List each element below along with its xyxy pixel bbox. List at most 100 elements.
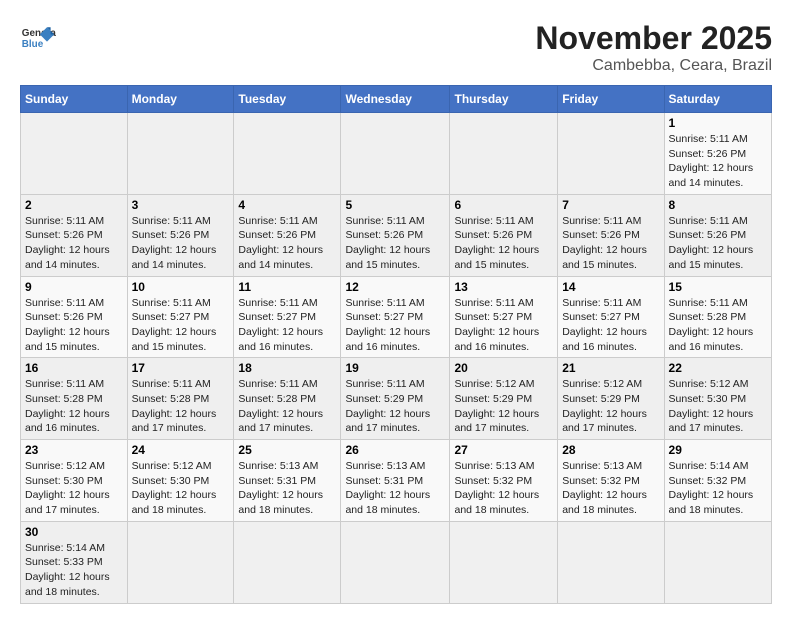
day-cell [558, 521, 664, 603]
day-cell [664, 521, 771, 603]
day-cell: 24 Sunrise: 5:12 AM Sunset: 5:30 PM Dayli… [127, 440, 234, 522]
day-cell: 4Sunrise: 5:11 AM Sunset: 5:26 PM Daylig… [234, 194, 341, 276]
day-cell [127, 113, 234, 195]
day-number: 18 [238, 361, 336, 375]
day-cell [450, 113, 558, 195]
day-cell [234, 521, 341, 603]
day-info: Sunrise: 5:11 AM Sunset: 5:28 PM Dayligh… [238, 377, 336, 436]
day-cell: 7 Sunrise: 5:11 AM Sunset: 5:26 PM Daylig… [558, 194, 664, 276]
day-number: 9 [25, 280, 123, 294]
day-cell [234, 113, 341, 195]
day-cell: 1 Sunrise: 5:11 AM Sunset: 5:26 PM Daylig… [664, 113, 771, 195]
day-number: 30 [25, 525, 123, 539]
day-cell: 29Sunrise: 5:14 AM Sunset: 5:32 PM Dayli… [664, 440, 771, 522]
day-info: Sunrise: 5:11 AM Sunset: 5:26 PM Dayligh… [25, 296, 123, 355]
day-info: Sunrise: 5:13 AM Sunset: 5:32 PM Dayligh… [562, 459, 659, 518]
day-number: 15 [669, 280, 767, 294]
day-info: Sunrise: 5:11 AM Sunset: 5:26 PM Dayligh… [454, 214, 553, 273]
day-cell: 14 Sunrise: 5:11 AM Sunset: 5:27 PM Dayli… [558, 276, 664, 358]
day-cell: 6 Sunrise: 5:11 AM Sunset: 5:26 PM Daylig… [450, 194, 558, 276]
logo: General Blue [20, 20, 56, 56]
day-cell: 5 Sunrise: 5:11 AM Sunset: 5:26 PM Daylig… [341, 194, 450, 276]
day-cell: 28 Sunrise: 5:13 AM Sunset: 5:32 PM Dayli… [558, 440, 664, 522]
day-cell: 2 Sunrise: 5:11 AM Sunset: 5:26 PM Daylig… [21, 194, 128, 276]
day-number: 6 [454, 198, 553, 212]
day-info: Sunrise: 5:11 AM Sunset: 5:26 PM Dayligh… [25, 214, 123, 273]
day-cell: 11Sunrise: 5:11 AM Sunset: 5:27 PM Dayli… [234, 276, 341, 358]
day-cell [341, 521, 450, 603]
day-number: 28 [562, 443, 659, 457]
day-cell: 21 Sunrise: 5:12 AM Sunset: 5:29 PM Dayli… [558, 358, 664, 440]
day-number: 14 [562, 280, 659, 294]
day-info: Sunrise: 5:12 AM Sunset: 5:29 PM Dayligh… [454, 377, 553, 436]
week-row-3: 9 Sunrise: 5:11 AM Sunset: 5:26 PM Daylig… [21, 276, 772, 358]
day-number: 8 [669, 198, 767, 212]
day-cell: 3Sunrise: 5:11 AM Sunset: 5:26 PM Daylig… [127, 194, 234, 276]
day-cell: 12 Sunrise: 5:11 AM Sunset: 5:27 PM Dayli… [341, 276, 450, 358]
day-cell [341, 113, 450, 195]
day-cell [21, 113, 128, 195]
day-cell: 8 Sunrise: 5:11 AM Sunset: 5:26 PM Daylig… [664, 194, 771, 276]
day-number: 17 [132, 361, 230, 375]
weekday-header-wednesday: Wednesday [341, 86, 450, 113]
weekday-header-sunday: Sunday [21, 86, 128, 113]
day-info: Sunrise: 5:11 AM Sunset: 5:26 PM Dayligh… [669, 132, 767, 191]
day-cell: 10Sunrise: 5:11 AM Sunset: 5:27 PM Dayli… [127, 276, 234, 358]
location-title: Cambebba, Ceara, Brazil [535, 57, 772, 75]
day-info: Sunrise: 5:13 AM Sunset: 5:31 PM Dayligh… [238, 459, 336, 518]
day-number: 21 [562, 361, 659, 375]
day-number: 13 [454, 280, 553, 294]
day-cell: 22 Sunrise: 5:12 AM Sunset: 5:30 PM Dayli… [664, 358, 771, 440]
day-info: Sunrise: 5:11 AM Sunset: 5:26 PM Dayligh… [345, 214, 445, 273]
week-row-1: 1 Sunrise: 5:11 AM Sunset: 5:26 PM Daylig… [21, 113, 772, 195]
day-number: 22 [669, 361, 767, 375]
day-info: Sunrise: 5:11 AM Sunset: 5:27 PM Dayligh… [454, 296, 553, 355]
day-number: 16 [25, 361, 123, 375]
day-cell [558, 113, 664, 195]
day-number: 5 [345, 198, 445, 212]
weekday-header-saturday: Saturday [664, 86, 771, 113]
day-number: 20 [454, 361, 553, 375]
day-number: 23 [25, 443, 123, 457]
title-area: November 2025 Cambebba, Ceara, Brazil [535, 20, 772, 75]
week-row-6: 30 Sunrise: 5:14 AM Sunset: 5:33 PM Dayli… [21, 521, 772, 603]
day-info: Sunrise: 5:11 AM Sunset: 5:26 PM Dayligh… [669, 214, 767, 273]
day-number: 27 [454, 443, 553, 457]
weekday-header-tuesday: Tuesday [234, 86, 341, 113]
day-info: Sunrise: 5:11 AM Sunset: 5:28 PM Dayligh… [132, 377, 230, 436]
header: General Blue November 2025 Cambebba, Cea… [20, 20, 772, 75]
day-cell: 18 Sunrise: 5:11 AM Sunset: 5:28 PM Dayli… [234, 358, 341, 440]
day-number: 12 [345, 280, 445, 294]
day-cell [450, 521, 558, 603]
day-cell: 16Sunrise: 5:11 AM Sunset: 5:28 PM Dayli… [21, 358, 128, 440]
day-info: Sunrise: 5:12 AM Sunset: 5:30 PM Dayligh… [669, 377, 767, 436]
day-cell: 15 Sunrise: 5:11 AM Sunset: 5:28 PM Dayli… [664, 276, 771, 358]
day-info: Sunrise: 5:11 AM Sunset: 5:26 PM Dayligh… [562, 214, 659, 273]
day-info: Sunrise: 5:11 AM Sunset: 5:27 PM Dayligh… [132, 296, 230, 355]
weekday-header-row: SundayMondayTuesdayWednesdayThursdayFrid… [21, 86, 772, 113]
day-info: Sunrise: 5:11 AM Sunset: 5:28 PM Dayligh… [669, 296, 767, 355]
day-number: 24 [132, 443, 230, 457]
calendar-table: SundayMondayTuesdayWednesdayThursdayFrid… [20, 85, 772, 604]
day-number: 26 [345, 443, 445, 457]
day-cell: 19 Sunrise: 5:11 AM Sunset: 5:29 PM Dayli… [341, 358, 450, 440]
week-row-4: 16 Sunrise: 5:11 AM Sunset: 5:28 PM Dayli… [21, 358, 772, 440]
day-info: Sunrise: 5:14 AM Sunset: 5:33 PM Dayligh… [25, 541, 123, 600]
day-cell: 20 Sunrise: 5:12 AM Sunset: 5:29 PM Dayli… [450, 358, 558, 440]
day-cell: 30 Sunrise: 5:14 AM Sunset: 5:33 PM Dayli… [21, 521, 128, 603]
day-cell: 9 Sunrise: 5:11 AM Sunset: 5:26 PM Daylig… [21, 276, 128, 358]
day-number: 2 [25, 198, 123, 212]
day-info: Sunrise: 5:11 AM Sunset: 5:27 PM Dayligh… [562, 296, 659, 355]
day-number: 25 [238, 443, 336, 457]
day-info: Sunrise: 5:11 AM Sunset: 5:29 PM Dayligh… [345, 377, 445, 436]
day-info: Sunrise: 5:11 AM Sunset: 5:27 PM Dayligh… [345, 296, 445, 355]
day-info: Sunrise: 5:12 AM Sunset: 5:29 PM Dayligh… [562, 377, 659, 436]
day-number: 19 [345, 361, 445, 375]
day-cell: 23Sunrise: 5:12 AM Sunset: 5:30 PM Dayli… [21, 440, 128, 522]
day-number: 1 [669, 116, 767, 130]
day-info: Sunrise: 5:11 AM Sunset: 5:26 PM Dayligh… [238, 214, 336, 273]
week-row-2: 2 Sunrise: 5:11 AM Sunset: 5:26 PM Daylig… [21, 194, 772, 276]
weekday-header-monday: Monday [127, 86, 234, 113]
day-number: 7 [562, 198, 659, 212]
day-info: Sunrise: 5:12 AM Sunset: 5:30 PM Dayligh… [132, 459, 230, 518]
